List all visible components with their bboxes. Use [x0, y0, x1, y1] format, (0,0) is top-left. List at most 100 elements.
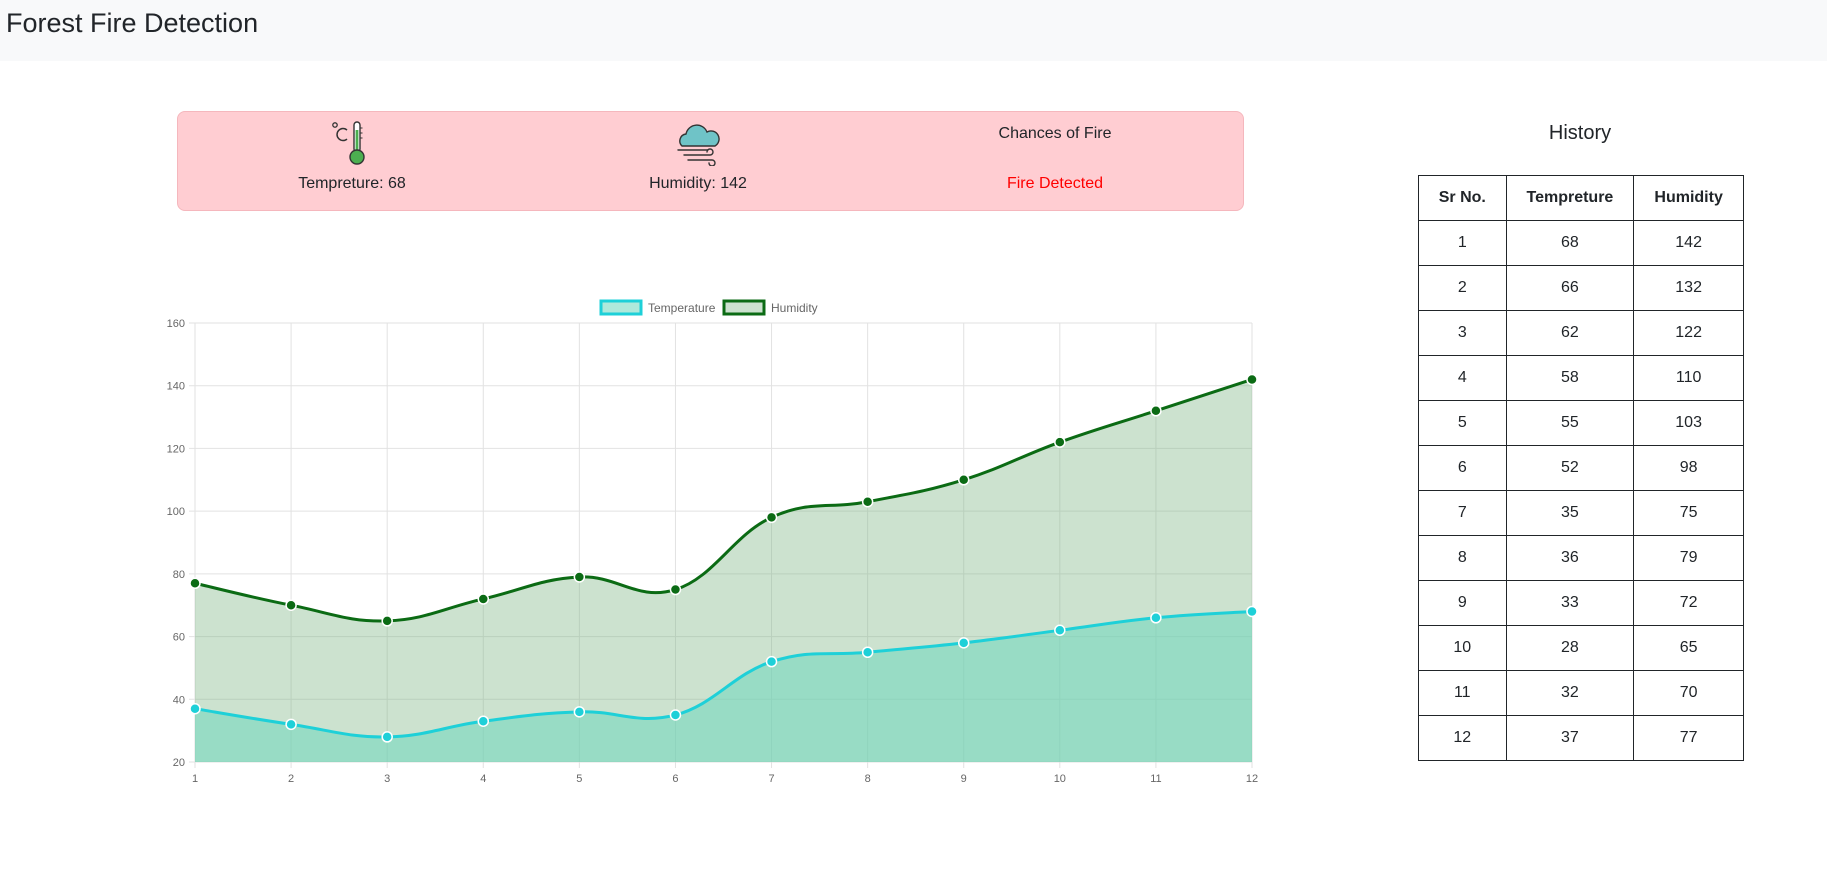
navbar: Forest Fire Detection [0, 0, 1827, 61]
humidity-point [477, 593, 490, 605]
app-title[interactable]: Forest Fire Detection [6, 7, 258, 39]
y-tick-label: 80 [173, 569, 185, 581]
y-tick-label: 140 [167, 381, 185, 393]
humidity-point [957, 474, 970, 486]
temperature-cell: 35 [1505, 490, 1635, 536]
humidity-cell: 72 [1633, 580, 1744, 626]
temperature-cell: 55 [1505, 400, 1635, 446]
temperature-point [1246, 605, 1258, 618]
table-row: 8 36 79 [1418, 535, 1744, 581]
humidity-cell: 77 [1633, 715, 1744, 761]
y-tick-label: 20 [173, 757, 185, 769]
x-tick-label: 9 [961, 773, 967, 785]
table-row: 4 58 110 [1418, 355, 1744, 401]
x-tick-label: 8 [865, 773, 871, 785]
table-row: 6 52 98 [1418, 445, 1744, 491]
x-tick-label: 2 [288, 773, 294, 785]
x-tick-label: 7 [768, 773, 774, 785]
x-tick-label: 12 [1246, 773, 1258, 785]
humidity-point [1054, 436, 1066, 448]
humidity-stat: Humidity: 142 [588, 112, 808, 212]
temperature-point [957, 637, 970, 649]
temperature-cell: 28 [1505, 625, 1635, 671]
humidity-point [669, 583, 682, 596]
humidity-cell: 98 [1633, 445, 1744, 491]
x-tick-label: 1 [192, 773, 198, 785]
x-tick-label: 5 [576, 773, 582, 785]
history-title: History [1548, 122, 1612, 144]
humidity-point [765, 511, 778, 524]
humidity-point [1246, 373, 1258, 386]
humidity-cell: 79 [1633, 535, 1744, 581]
sr-no-cell: 8 [1418, 535, 1507, 581]
temperature-legend-label: Temperature [648, 301, 716, 315]
temperature-cell: 62 [1505, 310, 1635, 356]
humidity-cell: 132 [1633, 265, 1744, 311]
humidity-cell: 75 [1633, 490, 1744, 536]
table-row: 5 55 103 [1418, 400, 1744, 446]
y-tick-label: 120 [167, 443, 185, 455]
temperature-point [765, 655, 778, 668]
humidity-cell: 70 [1633, 670, 1744, 716]
table-row: 7 35 75 [1418, 490, 1744, 536]
fire-status-alert: Fire Detected [1006, 175, 1104, 192]
table-row: 12 37 77 [1418, 715, 1744, 761]
temperature-point [1054, 624, 1066, 637]
column-header-humidity: Humidity [1633, 175, 1744, 221]
history-table: Sr No. Tempreture Humidity 1 68 142 2 66 132 3… [1418, 175, 1744, 761]
sensor-chart: 20 40 60 80 100 120 140 160 1 2 3 4 5 6 7 8 9 10 11 12 Tempe… [150, 290, 1260, 790]
sr-no-cell: 5 [1418, 400, 1507, 446]
y-tick-label: 160 [167, 318, 185, 330]
line-chart: 204060801001201401601 2 3 4 5 6 7 8 9 10 11 12Tempe… [167, 299, 1258, 785]
x-tick-label: 3 [384, 773, 390, 785]
temperature-point [477, 715, 490, 727]
humidity-point [861, 495, 874, 508]
table-row: 3 62 122 [1418, 310, 1744, 356]
temperature-point [573, 706, 586, 718]
sr-no-cell: 4 [1418, 355, 1507, 401]
table-row: 9 33 72 [1418, 580, 1744, 626]
sr-no-cell: 6 [1418, 445, 1507, 491]
temperature-cell: 58 [1505, 355, 1635, 401]
sr-no-cell: 11 [1418, 670, 1507, 716]
y-tick-label: 40 [173, 694, 185, 706]
x-tick-label: 10 [1054, 773, 1066, 785]
table-row: 11 32 70 [1418, 670, 1744, 716]
humidity-legend-label: Humidity [771, 301, 818, 315]
y-tick-label: 60 [173, 632, 185, 644]
temperature-cell: 66 [1505, 265, 1635, 311]
table-row: 2 66 132 [1418, 265, 1744, 311]
temperature-cell: 52 [1505, 445, 1635, 491]
humidity-legend-swatch [722, 299, 766, 316]
x-tick-label: 11 [1150, 773, 1161, 785]
temperature-point [381, 731, 393, 743]
column-header-sr-no: Sr No. [1418, 175, 1507, 221]
table-row: 1 68 142 [1418, 220, 1744, 266]
temperature-point [189, 702, 201, 715]
humidity-cell: 103 [1633, 400, 1744, 446]
sr-no-cell: 2 [1418, 265, 1507, 311]
temperature-point [1150, 612, 1162, 624]
sr-no-cell: 12 [1418, 715, 1507, 761]
temperature-point [285, 718, 297, 731]
fire-chance-heading: Chances of Fire [998, 125, 1112, 142]
temperature-legend-swatch [599, 299, 643, 316]
x-tick-label: 6 [672, 773, 678, 785]
sr-no-cell: 7 [1418, 490, 1507, 536]
humidity-point [285, 599, 297, 611]
humidity-point [573, 571, 586, 583]
temperature-cell: 36 [1505, 535, 1635, 581]
humidity-cell: 142 [1633, 220, 1744, 266]
column-header-temperature: Tempreture [1505, 175, 1635, 221]
x-tick-label: 4 [480, 773, 486, 785]
cloud-wind-icon [677, 124, 720, 166]
temperature-cell: 33 [1505, 580, 1635, 626]
table-row: 10 28 65 [1418, 625, 1744, 671]
humidity-point [189, 577, 201, 590]
humidity-cell: 122 [1633, 310, 1744, 356]
humidity-cell: 110 [1633, 355, 1744, 401]
history-header-row: Sr No. Tempreture Humidity [1418, 175, 1744, 221]
humidity-label: Humidity: 142 [649, 175, 747, 192]
temperature-label: Tempreture: 68 [298, 175, 406, 192]
temperature-cell: 32 [1505, 670, 1635, 716]
